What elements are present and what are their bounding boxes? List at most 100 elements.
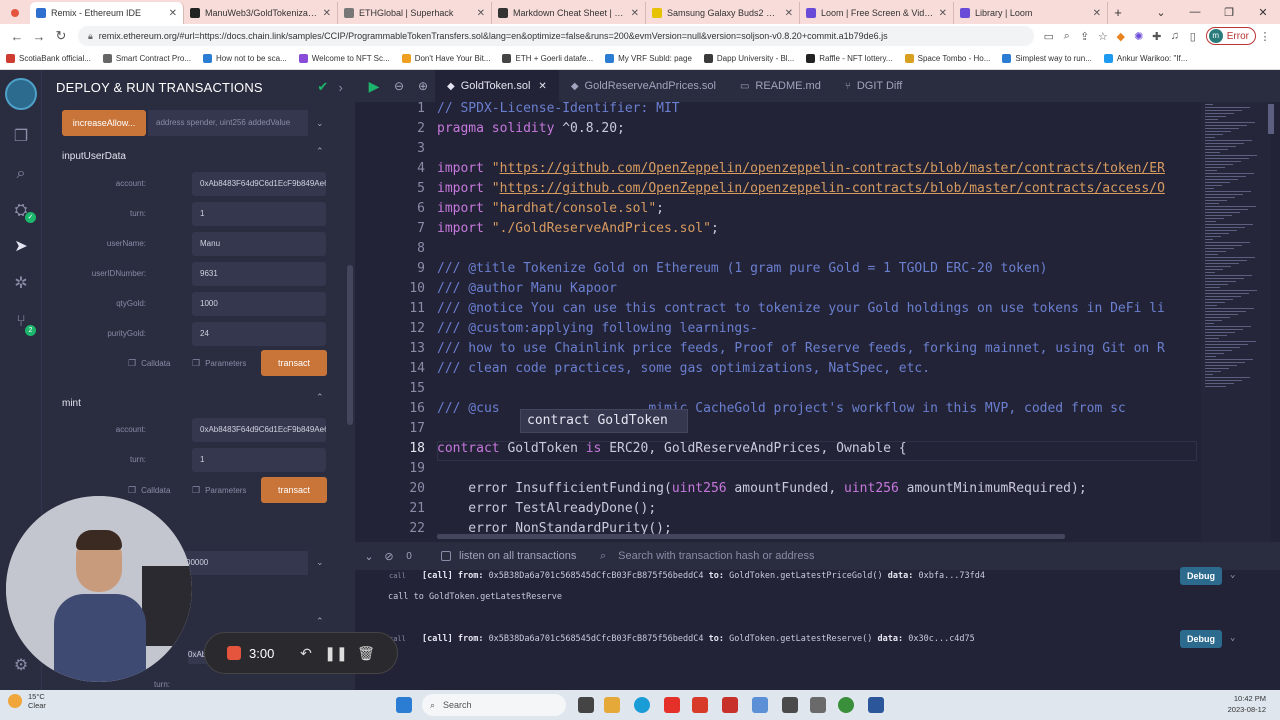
file-explorer-icon[interactable]: ❐ <box>10 126 32 148</box>
editor-tab[interactable]: ⑂ DGIT Diff <box>833 70 914 102</box>
param-input[interactable]: 1 <box>192 448 326 472</box>
collapse-panel-icon[interactable]: › <box>338 80 343 95</box>
bookmark-item[interactable]: ETH + Goerli datafe... <box>502 54 593 63</box>
calculator-icon[interactable] <box>752 697 768 713</box>
horizontal-scrollbar[interactable] <box>437 534 1065 539</box>
close-tab-icon[interactable]: ✕ <box>538 81 546 92</box>
taskbar-search[interactable]: ⌕ Search <box>422 694 566 716</box>
collapse-terminal-icon[interactable]: ⌄ <box>359 550 379 563</box>
browser-tab[interactable]: ETHGlobal | Superhack ✕ <box>338 2 492 24</box>
chevron-down-icon[interactable]: ⌄ <box>316 557 324 568</box>
param-input[interactable]: 1000 <box>192 292 326 316</box>
youtube-icon[interactable] <box>664 697 680 713</box>
bookmark-item[interactable]: Don't Have Your Bit... <box>401 54 490 63</box>
minimap[interactable] <box>1201 102 1271 542</box>
start-windows-icon[interactable] <box>396 697 412 713</box>
param-input[interactable]: Manu <box>192 232 326 256</box>
restart-icon[interactable]: ↶ <box>291 645 321 662</box>
close-tab-icon[interactable]: ✕ <box>939 8 947 19</box>
restore-icon[interactable]: ❐ <box>1212 6 1246 19</box>
listen-checkbox[interactable] <box>441 551 451 561</box>
param-input[interactable]: 9631 <box>192 262 326 286</box>
editor-tab[interactable]: ◆ GoldToken.sol ✕ <box>435 70 559 102</box>
increase-allowance-input[interactable]: address spender, uint256 addedValue <box>148 110 308 136</box>
app-icon[interactable] <box>782 697 798 713</box>
close-window-icon[interactable]: ✕ <box>1246 6 1280 19</box>
bookmark-item[interactable]: How not to be sca... <box>203 54 287 63</box>
close-tab-icon[interactable]: ✕ <box>323 8 331 19</box>
stop-recording-icon[interactable] <box>227 646 241 660</box>
bookmark-item[interactable]: Raffle - NFT lottery... <box>806 54 893 63</box>
code-editor[interactable]: 1 2 3 4 5 6 7 8 9 10 11 12 13 14 15 16 17 18 19 20 21 22 // S… <box>355 102 1280 542</box>
forward-icon[interactable]: → <box>28 29 50 44</box>
word-icon[interactable] <box>868 697 884 713</box>
bookmark-item[interactable]: ScotiaBank official... <box>6 54 91 63</box>
app-icon[interactable] <box>722 697 738 713</box>
bookmark-item[interactable]: Smart Contract Pro... <box>102 54 191 63</box>
chevron-up-icon[interactable]: ⌃ <box>316 392 324 403</box>
edge-icon[interactable] <box>634 697 650 713</box>
parameters-button[interactable]: ❐ Parameters <box>192 485 246 496</box>
editor-tab[interactable]: ▭ README.md <box>728 70 833 102</box>
sidepanel-icon[interactable]: ▯ <box>1184 30 1202 43</box>
chevron-down-icon[interactable]: ⌄ <box>316 118 324 129</box>
bookmark-item[interactable]: Welcome to NFT Sc... <box>298 54 390 63</box>
loom-extension-icon[interactable]: ✺ <box>1130 30 1148 43</box>
bookmark-star-icon[interactable]: ☆ <box>1094 30 1112 43</box>
weather-widget[interactable]: 15°C Clear <box>8 692 46 710</box>
param-input[interactable]: 0xAb8483F64d9C6d1EcF9b849Ae677dD <box>192 172 326 196</box>
pause-icon[interactable]: ❚❚ <box>321 645 351 662</box>
param-input[interactable]: 0xAb8483F64d9C6d1EcF9b849Ae677dD <box>192 418 326 442</box>
close-tab-icon[interactable]: ✕ <box>1093 8 1101 19</box>
debugger-icon[interactable]: ✲ <box>10 273 32 295</box>
metamask-icon[interactable]: ◆ <box>1112 30 1130 43</box>
profile-error-button[interactable]: m Error <box>1205 27 1256 45</box>
debug-button[interactable]: Debug <box>1180 630 1222 648</box>
vertical-scrollbar[interactable] <box>1268 104 1274 134</box>
close-tab-icon[interactable]: ✕ <box>169 8 177 19</box>
url-field[interactable]: 🔒︎ remix.ethereum.org/#url=https://docs.… <box>78 26 1034 46</box>
task-view-icon[interactable] <box>578 697 594 713</box>
minimize-icon[interactable]: — <box>1178 6 1212 18</box>
expand-chevron-icon[interactable]: ⌄ <box>1230 570 1235 580</box>
media-icon[interactable]: ♫ <box>1166 30 1184 42</box>
deploy-run-icon[interactable]: ➤ <box>10 236 32 258</box>
browser-tab[interactable]: ManuWeb3/GoldTokenization ✕ <box>184 2 338 24</box>
zoom-in-icon[interactable]: ⊕ <box>411 79 435 93</box>
chevron-up-icon[interactable]: ⌃ <box>316 616 324 627</box>
browser-menu-icon[interactable] <box>0 2 30 24</box>
remix-logo-icon[interactable] <box>5 78 37 110</box>
calldata-button[interactable]: ❐ Calldata <box>128 358 170 369</box>
debug-button[interactable]: Debug <box>1180 567 1222 585</box>
terminal-search-input[interactable]: Search with transaction hash or address <box>618 550 814 562</box>
browser-tab[interactable]: Loom | Free Screen & Video Re ✕ <box>800 2 954 24</box>
editor-tab[interactable]: ◆ GoldReserveAndPrices.sol <box>559 70 728 102</box>
bookmark-item[interactable]: My VRF Subld: page <box>605 54 692 63</box>
increase-allowance-button[interactable]: increaseAllow... <box>62 110 146 136</box>
run-play-icon[interactable]: ▶ <box>361 78 387 95</box>
value-input[interactable]: 00000 <box>182 551 308 575</box>
extensions-icon[interactable]: ✚ <box>1148 30 1166 43</box>
maple-leaf-icon[interactable] <box>692 697 708 713</box>
chevron-up-icon[interactable]: ⌃ <box>316 146 324 157</box>
system-clock[interactable]: 10:42 PM 2023-08-12 <box>1228 693 1266 715</box>
chrome-icon[interactable] <box>838 697 854 713</box>
delete-icon[interactable]: 🗑︎ <box>351 645 381 662</box>
close-tab-icon[interactable]: ✕ <box>785 8 793 19</box>
webcam-bubble[interactable] <box>6 496 192 682</box>
file-explorer-icon[interactable] <box>604 697 620 713</box>
browser-menu-dots-icon[interactable]: ⋮ <box>1256 30 1274 43</box>
app-icon[interactable] <box>810 697 826 713</box>
expand-chevron-icon[interactable]: ⌄ <box>1230 633 1235 643</box>
calldata-button[interactable]: ❐ Calldata <box>128 485 170 496</box>
param-input[interactable]: 1 <box>192 202 326 226</box>
browser-tab[interactable]: Remix - Ethereum IDE ✕ <box>30 2 184 24</box>
zoom-icon[interactable]: ⌕ <box>1058 30 1076 43</box>
new-tab-button[interactable]: + <box>1108 2 1128 24</box>
bookmark-item[interactable]: Simplest way to run... <box>1002 54 1092 63</box>
tab-search-icon[interactable]: ⌄ <box>1144 6 1178 19</box>
code-token[interactable]: https://github.com/OpenZeppelin/openzepp… <box>500 161 1165 176</box>
browser-tab[interactable]: Markdown Cheat Sheet | Mark ✕ <box>492 2 646 24</box>
param-input[interactable]: 24 <box>192 322 326 346</box>
terminal-search[interactable]: ⌕ Search with transaction hash or addres… <box>600 546 1020 566</box>
